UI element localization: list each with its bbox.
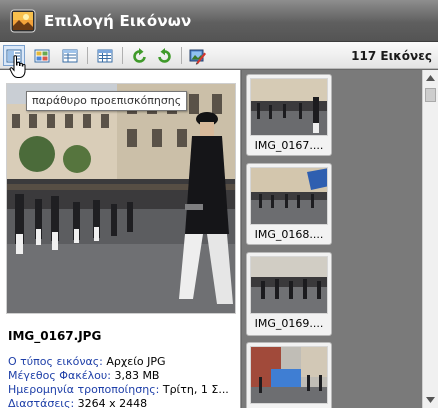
thumbnail-image	[250, 78, 328, 136]
rotate-right-icon	[158, 47, 171, 63]
chevron-down-icon	[426, 397, 435, 403]
list-view-button[interactable]	[94, 45, 116, 66]
thumbnail-item[interactable]: IMG_0167....	[246, 74, 332, 156]
table-list-icon	[97, 49, 113, 62]
info-label: Ο τύπος εικόνας:	[8, 355, 103, 368]
rotate-left-icon	[133, 47, 146, 63]
parade-thumbnail	[251, 347, 327, 403]
toolbar-separator	[87, 47, 88, 64]
parade-thumbnail	[251, 168, 327, 224]
preview-image[interactable]	[6, 83, 236, 314]
scroll-up-button[interactable]	[423, 70, 438, 86]
preview-pane: IMG_0167.JPG Ο τύπος εικόνας: Αρχείο JPG…	[0, 70, 241, 408]
preview-tooltip: παράθυρο προεπισκόπησης	[26, 91, 188, 111]
scroll-down-button[interactable]	[423, 392, 438, 408]
image-count-label: 117 Εικόνες	[351, 49, 432, 63]
details-view-button[interactable]	[59, 45, 81, 66]
thumbnail-image	[250, 167, 328, 225]
photo-app-icon	[10, 9, 36, 33]
thumbnail-caption: IMG_0169....	[254, 317, 324, 330]
info-label: Μέγεθος Φακέλου:	[8, 369, 111, 382]
rotate-right-button[interactable]	[153, 45, 175, 66]
info-value: 3,83 MB	[114, 369, 160, 382]
preview-file-name: IMG_0167.JPG	[8, 329, 102, 343]
parade-thumbnail	[251, 257, 327, 313]
title-bar: Επιλογή Εικόνων	[0, 0, 438, 42]
info-value: 3264 x 2448	[77, 397, 148, 408]
window-title: Επιλογή Εικόνων	[44, 12, 192, 30]
info-row-size: Μέγεθος Φακέλου: 3,83 MB	[8, 369, 236, 383]
hand-cursor-icon	[9, 55, 26, 78]
thumbnail-item[interactable]: IMG_0169....	[246, 252, 332, 336]
thumbnail-caption: IMG_0167....	[254, 139, 324, 152]
thumbnail-image	[250, 346, 328, 404]
info-value: Αρχείο JPG	[106, 355, 166, 368]
slideshow-button[interactable]	[187, 45, 209, 66]
rotate-left-button[interactable]	[129, 45, 151, 66]
toolbar-separator	[181, 47, 182, 64]
chevron-up-icon	[426, 75, 435, 81]
parade-thumbnail	[251, 79, 327, 135]
toolbar-separator	[122, 47, 123, 64]
thumbnail-list: IMG_0167.... IMG_0168.... IMG_0169....	[242, 70, 438, 408]
details-list-icon	[62, 49, 78, 62]
info-label: Διαστάσεις:	[8, 397, 75, 408]
thumbnail-item[interactable]	[246, 342, 332, 408]
toolbar: 117 Εικόνες	[0, 42, 438, 69]
info-label: Ημερομηνία τροποποίησης:	[8, 383, 160, 396]
image-info: Ο τύπος εικόνας: Αρχείο JPG Μέγεθος Φακέ…	[8, 355, 236, 408]
info-value: Τρίτη, 1 Σ...	[162, 383, 229, 396]
parade-photo-preview	[7, 84, 235, 313]
info-row-type: Ο τύπος εικόνας: Αρχείο JPG	[8, 355, 236, 369]
image-picker-window: Επιλογή Εικόνων 117 Εικόνες IMG_0167.JPG…	[0, 0, 438, 408]
thumbnail-item[interactable]: IMG_0168....	[246, 163, 332, 245]
thumbnail-grid-icon	[34, 49, 50, 62]
image-editor-icon	[189, 49, 206, 65]
scrollbar-thumb[interactable]	[425, 88, 436, 102]
thumbnail-caption: IMG_0168....	[254, 228, 324, 241]
thumbnail-scrollbar[interactable]	[422, 70, 438, 408]
info-row-modified: Ημερομηνία τροποποίησης: Τρίτη, 1 Σ...	[8, 383, 236, 397]
thumbnails-view-button[interactable]	[31, 45, 53, 66]
info-row-dimensions: Διαστάσεις: 3264 x 2448	[8, 397, 236, 408]
thumbnail-image	[250, 256, 328, 314]
